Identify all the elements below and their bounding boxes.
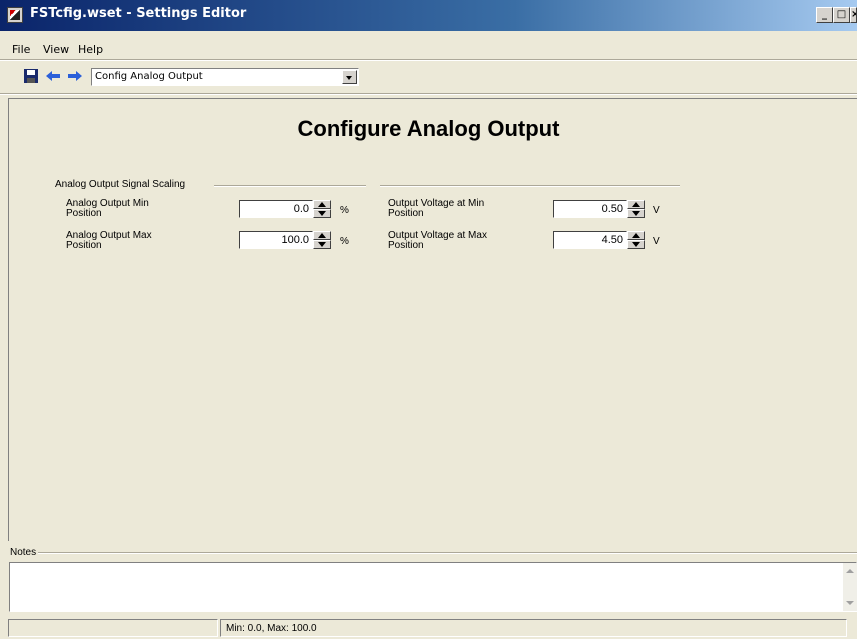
page-title: Configure Analog Output bbox=[297, 116, 560, 141]
max-voltage-unit: V bbox=[653, 236, 660, 247]
settings-editor-window: { "window": { "title": "FSTcfig.wset - S… bbox=[0, 0, 857, 639]
back-arrow-icon[interactable] bbox=[45, 68, 61, 84]
save-icon[interactable] bbox=[23, 68, 39, 84]
spin-down-icon[interactable] bbox=[627, 240, 645, 249]
menu-view[interactable]: View bbox=[43, 43, 69, 56]
status-pane-left bbox=[8, 619, 218, 637]
spin-up-icon[interactable] bbox=[627, 231, 645, 240]
min-voltage-label: Output Voltage at Min Position bbox=[388, 198, 485, 219]
max-position-label: Analog Output Max Position bbox=[66, 230, 152, 251]
toolbar-separator bbox=[0, 93, 857, 95]
spin-up-icon[interactable] bbox=[313, 200, 331, 209]
menu-help[interactable]: Help bbox=[78, 43, 103, 56]
page-select-dropdown[interactable]: Config Analog Output bbox=[91, 68, 359, 86]
min-voltage-unit: V bbox=[653, 205, 660, 216]
spin-down-icon[interactable] bbox=[627, 209, 645, 218]
window-title: FSTcfig.wset - Settings Editor bbox=[30, 6, 247, 21]
status-text: Min: 0.0, Max: 100.0 bbox=[226, 623, 317, 634]
min-voltage-spinner[interactable] bbox=[627, 200, 645, 218]
menu-separator bbox=[0, 59, 857, 61]
minimize-button[interactable]: _ bbox=[816, 7, 833, 23]
title-bar[interactable]: FSTcfig.wset - Settings Editor _ □ × bbox=[0, 0, 857, 31]
forward-arrow-icon[interactable] bbox=[67, 68, 83, 84]
notes-divider bbox=[38, 552, 857, 554]
app-icon[interactable] bbox=[7, 7, 23, 23]
scroll-down-icon[interactable] bbox=[846, 601, 854, 605]
max-position-spinner[interactable] bbox=[313, 231, 331, 249]
max-voltage-spinner[interactable] bbox=[627, 231, 645, 249]
max-position-unit: % bbox=[340, 236, 349, 247]
min-voltage-input[interactable]: 0.50 bbox=[553, 200, 627, 218]
scroll-up-icon[interactable] bbox=[846, 569, 854, 573]
group-divider-right bbox=[380, 185, 680, 187]
min-position-label: Analog Output Min Position bbox=[66, 198, 149, 219]
min-position-unit: % bbox=[340, 205, 349, 216]
close-button[interactable]: × bbox=[850, 7, 857, 23]
notes-textarea[interactable] bbox=[9, 562, 857, 612]
min-position-input[interactable]: 0.0 bbox=[239, 200, 313, 218]
max-position-input[interactable]: 100.0 bbox=[239, 231, 313, 249]
group-divider-left bbox=[214, 185, 366, 187]
spin-up-icon[interactable] bbox=[627, 200, 645, 209]
status-pane-main: Min: 0.0, Max: 100.0 bbox=[220, 619, 847, 637]
max-voltage-input[interactable]: 4.50 bbox=[553, 231, 627, 249]
spin-down-icon[interactable] bbox=[313, 209, 331, 218]
page-select-value: Config Analog Output bbox=[95, 71, 203, 82]
notes-label: Notes bbox=[10, 547, 37, 558]
content-panel bbox=[8, 98, 857, 541]
maximize-button[interactable]: □ bbox=[833, 7, 850, 23]
spin-up-icon[interactable] bbox=[313, 231, 331, 240]
menu-bar: File View Help bbox=[0, 40, 857, 58]
min-position-spinner[interactable] bbox=[313, 200, 331, 218]
menu-file[interactable]: File bbox=[12, 43, 30, 56]
notes-scrollbar[interactable] bbox=[843, 563, 857, 611]
group-label: Analog Output Signal Scaling bbox=[55, 179, 186, 190]
spin-down-icon[interactable] bbox=[313, 240, 331, 249]
status-bar: Min: 0.0, Max: 100.0 bbox=[0, 616, 857, 639]
chevron-down-icon[interactable] bbox=[342, 70, 357, 84]
max-voltage-label: Output Voltage at Max Position bbox=[388, 230, 487, 251]
